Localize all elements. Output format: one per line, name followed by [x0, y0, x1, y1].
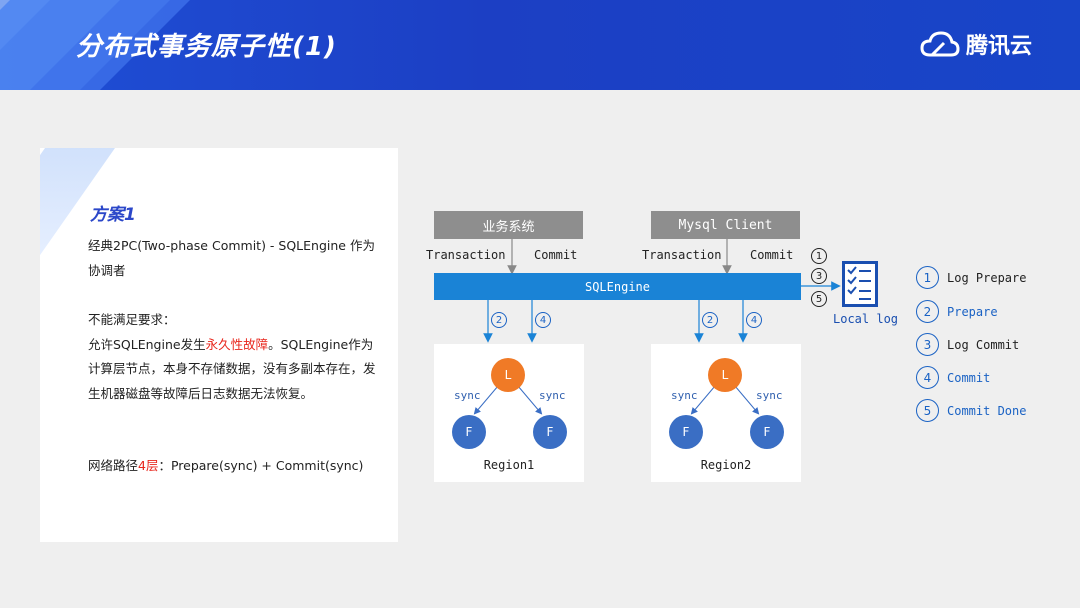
- business-system-box: 业务系统: [434, 211, 583, 239]
- region1-follower-node-left: F: [452, 415, 486, 449]
- legend-item-log-prepare: 1 Log Prepare: [916, 266, 1026, 289]
- legend-text: Commit Done: [947, 403, 1027, 418]
- legend-number: 1: [916, 266, 939, 289]
- region1-sync-edge-right: [517, 385, 543, 415]
- legend-number: 4: [916, 366, 939, 389]
- region1-step-2-marker: 2: [491, 312, 507, 328]
- step-5-marker: 5: [811, 291, 827, 307]
- legend-item-commit: 4 Commit: [916, 366, 990, 389]
- legend-number: 3: [916, 333, 939, 356]
- legend-item-prepare: 2 Prepare: [916, 300, 998, 323]
- region1-sync-label-right: sync: [539, 389, 566, 402]
- legend-text: Log Commit: [947, 337, 1020, 352]
- sqlengine-bar: SQLEngine: [434, 273, 801, 300]
- step-1-marker: 1: [811, 248, 827, 264]
- log-checklist-icon: [842, 261, 878, 307]
- region1-sync-label-left: sync: [454, 389, 481, 402]
- legend-text: Commit: [947, 370, 991, 385]
- legend-item-log-commit: 3 Log Commit: [916, 333, 1019, 356]
- region2-leader-node: L: [708, 358, 742, 392]
- legend-number: 2: [916, 300, 939, 323]
- step-3-marker: 3: [811, 268, 827, 284]
- region1-box: L F F sync sync Region1: [434, 344, 584, 482]
- region1-follower-node-right: F: [533, 415, 567, 449]
- region2-sync-edge-right: [734, 385, 760, 415]
- region2-step-2-marker: 2: [702, 312, 718, 328]
- left-transaction-label: Transaction: [426, 248, 506, 262]
- region2-box: L F F sync sync Region2: [651, 344, 801, 482]
- right-commit-label: Commit: [750, 248, 794, 262]
- region1-leader-node: L: [491, 358, 525, 392]
- legend-text: Log Prepare: [947, 270, 1027, 285]
- region1-label: Region1: [483, 458, 535, 472]
- region2-sync-label-right: sync: [756, 389, 783, 402]
- local-log-label: Local log: [833, 312, 899, 326]
- region2-sync-label-left: sync: [671, 389, 698, 402]
- region1-step-4-marker: 4: [535, 312, 551, 328]
- mysql-client-box: Mysql Client: [651, 211, 800, 239]
- left-commit-label: Commit: [534, 248, 578, 262]
- region2-label: Region2: [700, 458, 752, 472]
- region2-follower-node-right: F: [750, 415, 784, 449]
- region2-step-4-marker: 4: [746, 312, 762, 328]
- right-transaction-label: Transaction: [642, 248, 722, 262]
- legend-text: Prepare: [947, 304, 998, 319]
- legend-item-commit-done: 5 Commit Done: [916, 399, 1026, 422]
- legend-number: 5: [916, 399, 939, 422]
- region2-follower-node-left: F: [669, 415, 703, 449]
